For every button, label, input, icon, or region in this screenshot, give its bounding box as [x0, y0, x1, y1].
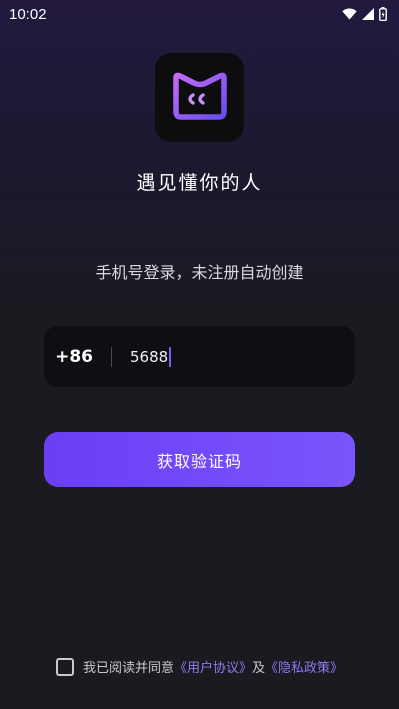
status-icons: [342, 7, 387, 21]
phone-input-box[interactable]: +86 5688: [44, 326, 355, 387]
phone-input[interactable]: 5688: [130, 346, 330, 367]
phone-input-value: 5688: [130, 347, 169, 366]
app-logo-icon: [170, 70, 230, 126]
status-bar: 10:02: [0, 0, 399, 28]
input-divider: [111, 346, 112, 367]
text-caret: [169, 346, 172, 367]
signal-icon: [362, 8, 374, 20]
slogan: 遇见懂你的人: [136, 172, 263, 194]
agreement-prefix: 我已阅读并同意: [82, 661, 174, 676]
privacy-policy-link[interactable]: 《隐私政策》: [265, 657, 343, 676]
login-hint: 手机号登录，未注册自动创建: [95, 263, 304, 282]
status-time: 10:02: [9, 5, 47, 23]
country-code[interactable]: +86: [44, 347, 111, 367]
agreement-row: 我已阅读并同意 《用户协议》 及 《隐私政策》: [0, 657, 399, 676]
battery-icon: [379, 7, 387, 21]
app-logo: [155, 53, 244, 142]
get-verification-code-button[interactable]: 获取验证码: [44, 432, 355, 487]
wifi-icon: [342, 8, 357, 20]
login-screen: 10:02 遇见懂你的人 手机号登录，未注册自动创建 +86 5688 获取验证…: [0, 0, 399, 709]
user-agreement-link[interactable]: 《用户协议》: [174, 657, 252, 676]
agreement-checkbox[interactable]: [55, 657, 74, 676]
agreement-conjunction: 及: [252, 661, 266, 676]
